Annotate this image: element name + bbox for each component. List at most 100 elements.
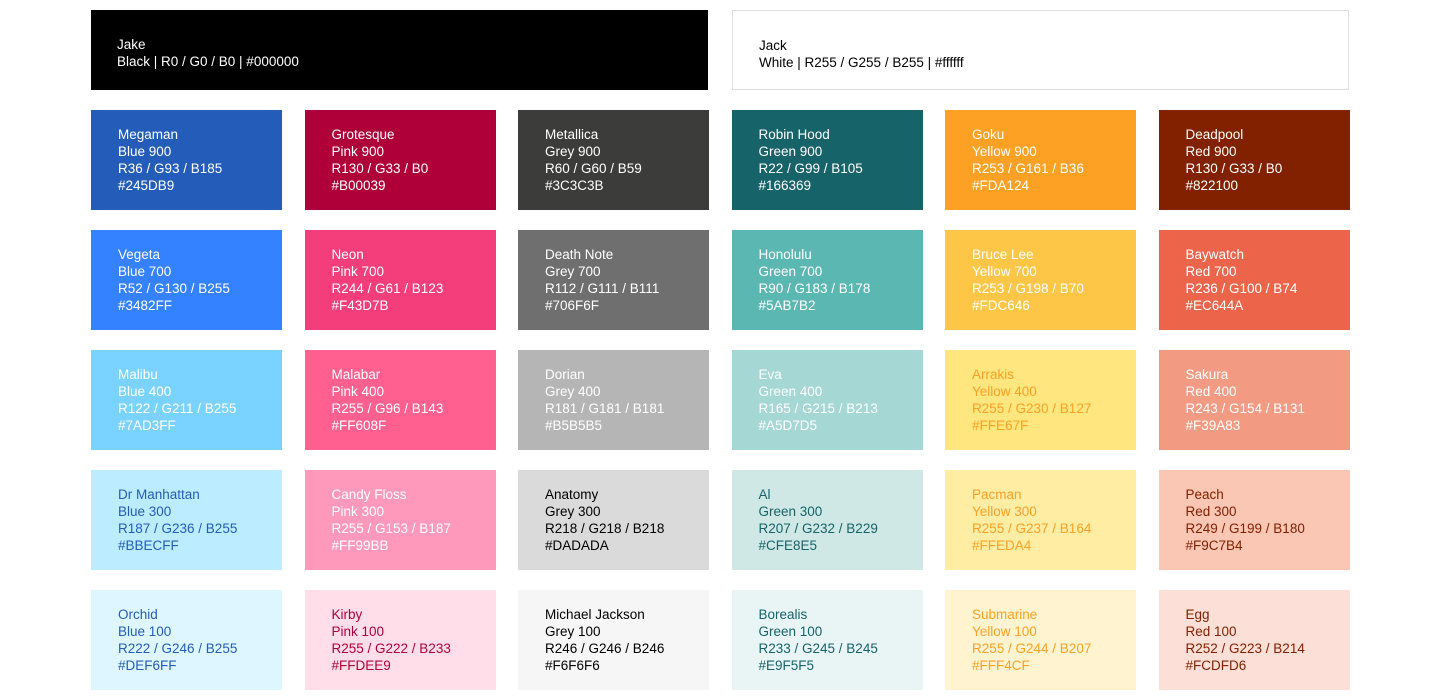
swatch-shade: Pink 300 xyxy=(331,504,385,519)
swatch-rgb: R36 / G93 / B185 xyxy=(118,161,223,176)
swatch-shade: Yellow 400 xyxy=(972,384,1037,399)
swatch-name: Jake xyxy=(117,37,146,52)
swatch-hex: #FDC646 xyxy=(972,298,1030,313)
swatch-malabar: Malabar Pink 400 R255 / G96 / B143 #FF608F xyxy=(304,350,496,450)
swatch-name: Al xyxy=(758,487,771,502)
swatch-rgb: R130 / G33 / B0 xyxy=(331,161,429,176)
swatch-name: Peach xyxy=(1185,487,1224,502)
swatch-name: Kirby xyxy=(331,607,363,622)
swatch-hex: #3482FF xyxy=(118,298,173,313)
swatch-name: Megaman xyxy=(118,127,179,142)
swatch-shade: Red 400 xyxy=(1185,384,1237,399)
swatch-shade: Grey 300 xyxy=(545,504,601,519)
swatch-dr-manhattan: Dr Manhattan Blue 300 R187 / G236 / B255 #B… xyxy=(91,470,282,570)
swatch-white: Jack White | R255 / G255 / B255 | #fffff… xyxy=(732,10,1349,90)
swatch-shade: Green 400 xyxy=(758,384,823,399)
swatch-submarine: Submarine Yellow 100 R255 / G244 / B207 #FF… xyxy=(945,590,1136,690)
swatch-hex: #DEF6FF xyxy=(118,658,177,673)
swatch-name: Metallica xyxy=(545,127,599,142)
swatch-vegeta: Vegeta Blue 700 R52 / G130 / B255 #3482FF xyxy=(91,230,282,330)
swatch-rgb: R252 / G223 / B214 xyxy=(1185,641,1305,656)
swatch-black: Jake Black | R0 / G0 / B0 | #000000 xyxy=(91,10,708,90)
swatch-pacman: Pacman Yellow 300 R255 / G237 / B164 #FFEDA… xyxy=(945,470,1136,570)
swatch-name: Death Note xyxy=(545,247,614,262)
swatch-hex: #166369 xyxy=(758,178,812,193)
swatch-rgb: R244 / G61 / B123 xyxy=(331,281,444,296)
swatch-name: Candy Floss xyxy=(331,487,407,502)
swatch-shade: Yellow 700 xyxy=(972,264,1037,279)
swatch-rgb: R253 / G198 / B70 xyxy=(972,281,1084,296)
swatch-shade: Red 900 xyxy=(1185,144,1237,159)
swatch-al: Al Green 300 R207 / G232 / B229 #CFE8E5 xyxy=(731,470,923,570)
swatch-hex: #FCDFD6 xyxy=(1185,658,1247,673)
swatch-name: Dr Manhattan xyxy=(118,487,200,502)
swatch-rgb: R181 / G181 / B181 xyxy=(545,401,665,416)
swatch-rgb: R243 / G154 / B131 xyxy=(1185,401,1305,416)
swatch-hex: #E9F5F5 xyxy=(758,658,815,673)
swatch-name: Neon xyxy=(331,247,364,262)
swatch-hex: #5AB7B2 xyxy=(758,298,816,313)
swatch-name: Submarine xyxy=(972,607,1038,622)
swatch-honolulu: Honolulu Green 700 R90 / G183 / B178 #5AB7B… xyxy=(731,230,923,330)
swatch-hex: #822100 xyxy=(1185,178,1239,193)
swatch-hex: #706F6F xyxy=(545,298,600,313)
swatch-shade: Grey 700 xyxy=(545,264,601,279)
swatch-shade: Green 700 xyxy=(758,264,823,279)
swatch-rgb: R187 / G236 / B255 xyxy=(118,521,238,536)
swatch-bruce-lee: Bruce Lee Yellow 700 R253 / G198 / B70 #FDC… xyxy=(945,230,1136,330)
swatch-name: Malibu xyxy=(118,367,158,382)
swatch-rgb: R165 / G215 / B213 xyxy=(758,401,878,416)
swatch-name: Jack xyxy=(759,38,787,53)
swatch-name: Malabar xyxy=(331,367,381,382)
swatch-hex: #245DB9 xyxy=(118,178,175,193)
swatch-malibu: Malibu Blue 400 R122 / G211 / B255 #7AD3FF xyxy=(91,350,282,450)
swatch-borealis: Borealis Green 100 R233 / G245 / B245 #E9F5… xyxy=(731,590,923,690)
swatch-rgb: R249 / G199 / B180 xyxy=(1185,521,1305,536)
swatch-robin-hood: Robin Hood Green 900 R22 / G99 / B105 #1663… xyxy=(731,110,923,210)
swatch-name: Grotesque xyxy=(331,127,395,142)
swatch-rgb: R60 / G60 / B59 xyxy=(545,161,642,176)
swatch-name: Robin Hood xyxy=(758,127,830,142)
swatch-sakura: Sakura Red 400 R243 / G154 / B131 #F39A83 xyxy=(1158,350,1350,450)
swatch-hex: #7AD3FF xyxy=(118,418,176,433)
swatch-shade: Blue 900 xyxy=(118,144,172,159)
swatch-hex: #A5D7D5 xyxy=(758,418,818,433)
swatch-anatomy: Anatomy Grey 300 R218 / G218 / B218 #DADADA xyxy=(518,470,709,570)
swatch-rgb: R255 / G222 / B233 xyxy=(331,641,451,656)
swatch-hex: #B5B5B5 xyxy=(545,418,603,433)
swatch-metallica: Metallica Grey 900 R60 / G60 / B59 #3C3C3B xyxy=(518,110,709,210)
swatch-hex: #F39A83 xyxy=(1185,418,1241,433)
swatch-name: Dorian xyxy=(545,367,585,382)
swatch-shade: Red 100 xyxy=(1185,624,1237,639)
swatch-shade: Green 100 xyxy=(758,624,823,639)
swatch-name: Orchid xyxy=(118,607,158,622)
swatch-name: Goku xyxy=(972,127,1005,142)
swatch-name: Borealis xyxy=(758,607,808,622)
swatch-shade: Pink 900 xyxy=(331,144,385,159)
swatch-shade: Blue 700 xyxy=(118,264,172,279)
swatch-eva: Eva Green 400 R165 / G215 / B213 #A5D7D5 xyxy=(731,350,923,450)
swatch-hex: #F9C7B4 xyxy=(1185,538,1243,553)
swatch-arrakis: Arrakis Yellow 400 R255 / G230 / B127 #FFE6… xyxy=(945,350,1136,450)
swatch-megaman: Megaman Blue 900 R36 / G93 / B185 #245DB9 xyxy=(91,110,282,210)
swatch-rgb: R255 / G230 / B127 xyxy=(972,401,1092,416)
swatch-shade: Yellow 300 xyxy=(972,504,1037,519)
swatch-rgb: R90 / G183 / B178 xyxy=(758,281,871,296)
swatch-rgb: R255 / G153 / B187 xyxy=(331,521,451,536)
swatch-shade: Yellow 100 xyxy=(972,624,1037,639)
swatch-rgb: R255 / G237 / B164 xyxy=(972,521,1092,536)
swatch-rgb: R255 / G244 / B207 xyxy=(972,641,1092,656)
swatch-shade: Blue 300 xyxy=(118,504,172,519)
swatch-name: Vegeta xyxy=(118,247,161,262)
swatch-orchid: Orchid Blue 100 R222 / G246 / B255 #DEF6FF xyxy=(91,590,282,690)
swatch-rgb: R22 / G99 / B105 xyxy=(758,161,863,176)
swatch-hex: #FF608F xyxy=(331,418,387,433)
swatch-rgb: R52 / G130 / B255 xyxy=(118,281,230,296)
swatch-name: Arrakis xyxy=(972,367,1015,382)
swatch-shade: Grey 100 xyxy=(545,624,601,639)
swatch-name: Bruce Lee xyxy=(972,247,1034,262)
swatch-hex: #FDA124 xyxy=(972,178,1030,193)
swatch-hex: #CFE8E5 xyxy=(758,538,818,553)
swatch-neon: Neon Pink 700 R244 / G61 / B123 #F43D7B xyxy=(304,230,496,330)
swatch-shade: Grey 900 xyxy=(545,144,601,159)
